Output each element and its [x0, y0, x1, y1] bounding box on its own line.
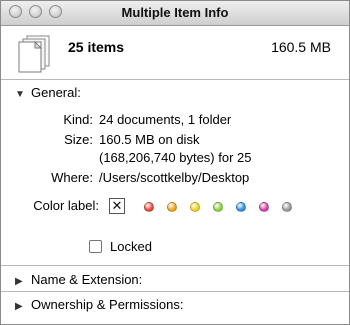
item-count: 25 items [68, 39, 125, 55]
kind-label: Kind: [63, 112, 93, 127]
size-bytes-row: (168,206,740 bytes) for 25 [99, 150, 252, 165]
name-extension-disclosure[interactable]: ▶ Name & Extension: [15, 272, 142, 287]
divider [1, 291, 349, 292]
locked-checkbox[interactable] [89, 240, 102, 253]
divider [1, 265, 349, 266]
locked-label: Locked [110, 239, 152, 254]
where-row: Where: /Users/scottkelby/Desktop [1, 170, 249, 185]
where-value: /Users/scottkelby/Desktop [99, 170, 250, 185]
total-size: 160.5 MB [271, 39, 331, 55]
triangle-right-icon: ▶ [15, 276, 23, 287]
divider [1, 79, 349, 80]
size-bytes-value: (168,206,740 bytes) for 25 [99, 150, 252, 165]
general-disclosure[interactable]: ▼ General: [15, 85, 81, 100]
size-label: Size: [64, 132, 93, 147]
summary-header: 25 items 160.5 MB [1, 26, 349, 78]
general-section-label: General: [31, 85, 81, 100]
color-label-dot[interactable] [236, 202, 246, 212]
triangle-right-icon: ▶ [15, 301, 23, 312]
size-value: 160.5 MB on disk [99, 132, 200, 147]
color-label-dot[interactable] [190, 202, 200, 212]
color-label-dot[interactable] [144, 202, 154, 212]
no-color-label-button[interactable]: ✕ [109, 198, 125, 214]
color-label-dot[interactable] [213, 202, 223, 212]
name-extension-label: Name & Extension: [31, 272, 143, 287]
color-label-dot[interactable] [167, 202, 177, 212]
window-title: Multiple Item Info [121, 5, 229, 20]
color-label-row: Color label: [1, 198, 99, 213]
where-label: Where: [51, 170, 93, 185]
title-bar[interactable]: Multiple Item Info [1, 1, 349, 26]
ownership-disclosure[interactable]: ▶ Ownership & Permissions: [15, 297, 183, 312]
color-label-text: Color label: [33, 198, 99, 213]
color-label-dot[interactable] [282, 202, 292, 212]
documents-stack-icon [18, 35, 50, 73]
ownership-label: Ownership & Permissions: [31, 297, 184, 312]
kind-value: 24 documents, 1 folder [99, 112, 232, 127]
kind-row: Kind: 24 documents, 1 folder [1, 112, 231, 127]
info-window: Multiple Item Info 25 items 160.5 MB ▼ Ge… [0, 0, 350, 325]
size-row: Size: 160.5 MB on disk [1, 132, 199, 147]
color-label-dot[interactable] [259, 202, 269, 212]
triangle-down-icon: ▼ [15, 89, 25, 100]
